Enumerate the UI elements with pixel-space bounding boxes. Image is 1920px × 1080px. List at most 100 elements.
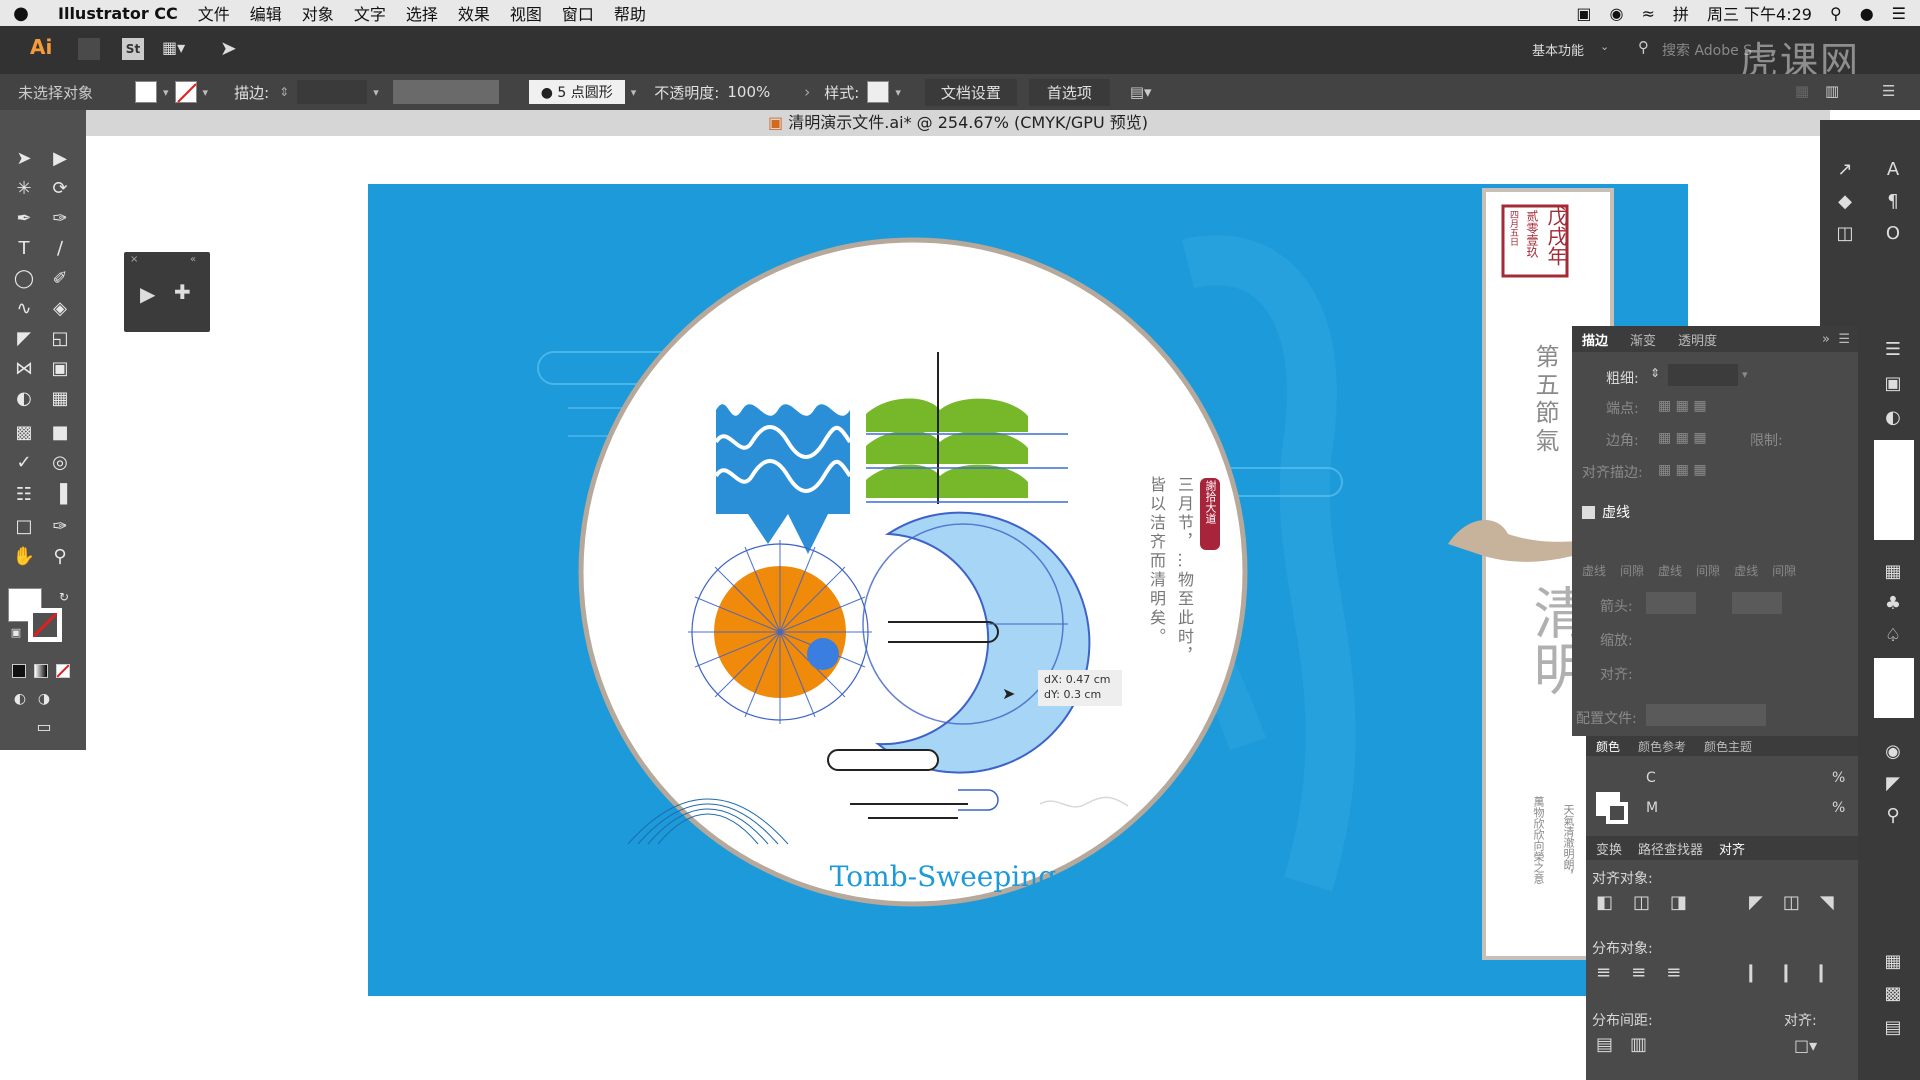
pen-tool-icon[interactable]: ✒ <box>10 206 38 232</box>
sync-icon[interactable]: ◉ <box>1610 4 1624 23</box>
screen-mode-icon[interactable]: ▭ <box>30 714 58 740</box>
color-mode-icon[interactable] <box>12 664 26 678</box>
menu-window[interactable]: 窗口 <box>552 1 604 25</box>
opacity-value[interactable]: 100% <box>727 83 770 101</box>
transform-icon[interactable]: ▤ <box>1880 1016 1906 1040</box>
menu-object[interactable]: 对象 <box>292 1 344 25</box>
layers-icon[interactable]: ◆ <box>1832 190 1858 214</box>
tab-stroke[interactable]: 描边 <box>1582 330 1608 349</box>
align-left-icon[interactable]: ◧ <box>1596 892 1613 913</box>
align-options-icon[interactable]: ▤▾ <box>1130 83 1152 101</box>
tab-transform[interactable]: 变换 <box>1596 839 1622 858</box>
stroke-panel-icon[interactable]: ☰ <box>1880 338 1906 362</box>
appearance-icon[interactable]: ◤ <box>1880 772 1906 796</box>
clock-text[interactable]: 周三 下午4:29 <box>1707 1 1812 25</box>
collapse-icon[interactable]: » <box>1822 332 1830 347</box>
artboard[interactable]: dX: 0.47 cm dY: 0.3 cm ➤ Tomb-Sweeping 三… <box>368 184 1688 996</box>
column-graph-tool-icon[interactable]: ▐ <box>46 482 74 508</box>
menu-effect[interactable]: 效果 <box>448 1 500 25</box>
add-anchor-tool-icon[interactable]: ✚ <box>174 280 191 304</box>
collapse-icon[interactable]: « <box>190 254 196 265</box>
gradient-tool-icon[interactable]: ■ <box>46 420 74 446</box>
search-icon[interactable]: ⚲ <box>1638 38 1649 56</box>
paragraph-icon[interactable]: ¶ <box>1880 190 1906 214</box>
opentype-icon[interactable]: O <box>1880 222 1906 246</box>
lasso-tool-icon[interactable]: ⟳ <box>46 176 74 202</box>
gpu-rocket-icon[interactable]: ➤ <box>220 36 237 60</box>
type-tool-icon[interactable]: T <box>10 236 38 262</box>
symbol-sprayer-tool-icon[interactable]: ☷ <box>10 482 38 508</box>
direct-selection-tool-icon[interactable]: ▶ <box>140 282 155 306</box>
tab-transparency[interactable]: 透明度 <box>1678 330 1717 349</box>
character-icon[interactable]: A <box>1880 158 1906 182</box>
gradient-panel-icon[interactable]: ▣ <box>1880 372 1906 396</box>
tab-color-themes[interactable]: 颜色主题 <box>1704 738 1752 755</box>
tab-pathfinder[interactable]: 路径查找器 <box>1638 839 1703 858</box>
distribute-left-icon[interactable]: ❙ <box>1743 962 1758 983</box>
wifi-icon[interactable]: ≈ <box>1642 4 1655 23</box>
menu-file[interactable]: 文件 <box>188 1 240 25</box>
mesh-tool-icon[interactable]: ▩ <box>10 420 38 446</box>
panel-icon[interactable]: ▦ <box>1795 82 1809 100</box>
tab-align[interactable]: 对齐 <box>1719 839 1745 858</box>
chevron-down-icon[interactable]: ▾ <box>203 86 209 99</box>
stroke-weight-stepper[interactable]: ⇕ <box>279 85 289 99</box>
width-tool-icon[interactable]: ⋈ <box>10 356 38 382</box>
distribute-hcenter-icon[interactable]: ❙ <box>1778 962 1793 983</box>
brushes-icon[interactable]: ♣ <box>1880 592 1906 616</box>
curvature-tool-icon[interactable]: ✑ <box>46 206 74 232</box>
document-setup-button[interactable]: 文档设置 <box>924 78 1017 106</box>
menu-type[interactable]: 文字 <box>344 1 396 25</box>
selection-tool-icon[interactable]: ➤ <box>10 146 38 172</box>
distribute-top-icon[interactable]: ≡ <box>1596 962 1611 983</box>
reflect-tool-icon[interactable]: ◤ <box>10 326 38 352</box>
poem-line-2[interactable]: 皆以洁齐而清明矣。 <box>1144 476 1168 736</box>
graphic-style-swatch[interactable] <box>867 81 890 103</box>
chevron-down-icon[interactable]: ⌄ <box>1600 40 1609 53</box>
slice-tool-icon[interactable]: ✑ <box>46 514 74 540</box>
ellipse-tool-icon[interactable]: ◯ <box>10 266 38 292</box>
line-tool-icon[interactable]: ∕ <box>46 236 74 262</box>
menu-select[interactable]: 选择 <box>396 1 448 25</box>
default-colors-icon[interactable]: ▣ <box>2 620 30 646</box>
preferences-button[interactable]: 首选项 <box>1028 78 1110 106</box>
close-icon[interactable]: × <box>130 254 138 265</box>
notification-icon[interactable]: ☰ <box>1892 4 1906 23</box>
swatches-icon[interactable]: ▦ <box>1880 560 1906 584</box>
scale-tool-icon[interactable]: ◱ <box>46 326 74 352</box>
draw-behind-icon[interactable]: ◑ <box>30 686 58 712</box>
magic-wand-tool-icon[interactable]: ✳ <box>10 176 38 202</box>
eyedropper-tool-icon[interactable]: ✓ <box>10 450 38 476</box>
distribute-bottom-icon[interactable]: ≡ <box>1666 962 1681 983</box>
spacing-horizontal-icon[interactable]: ▥ <box>1630 1034 1647 1055</box>
blend-tool-icon[interactable]: ◎ <box>46 450 74 476</box>
align-stroke-buttons[interactable]: ▦ ▦ ▦ <box>1658 462 1707 478</box>
arrowhead-end-select[interactable] <box>1732 592 1782 614</box>
weight-stepper[interactable]: ⇕ <box>1650 366 1660 380</box>
stroke-color-box[interactable] <box>28 608 62 642</box>
camera-icon[interactable]: ▣ <box>1576 4 1591 23</box>
paintbrush-tool-icon[interactable]: ✐ <box>46 266 74 292</box>
control-menu-icon[interactable]: ☰ <box>1882 82 1895 100</box>
fill-swatch[interactable] <box>135 81 158 103</box>
free-transform-tool-icon[interactable]: ▣ <box>46 356 74 382</box>
graphic-styles-icon[interactable]: ⚲ <box>1880 804 1906 828</box>
align-top-icon[interactable]: ◤ <box>1749 892 1763 913</box>
workspace-switcher[interactable]: 基本功能 <box>1532 40 1584 59</box>
symbols-icon[interactable]: ♤ <box>1880 624 1906 648</box>
input-method-icon[interactable]: 拼 <box>1673 1 1689 25</box>
document-tab[interactable]: ▣ 清明演示文件.ai* @ 254.67% (CMYK/GPU 预览) <box>86 110 1830 136</box>
tab-gradient[interactable]: 渐变 <box>1630 330 1656 349</box>
shaper-tool-icon[interactable]: ∿ <box>10 296 38 322</box>
search-adobe-stock-input[interactable]: 搜索 Adobe S <box>1662 40 1752 60</box>
brush-definition-select[interactable]: ● 5 点圆形 <box>528 80 625 104</box>
align-right-icon[interactable]: ◨ <box>1670 892 1687 913</box>
align-to-select[interactable]: □▾ <box>1794 1036 1817 1055</box>
artboards-icon[interactable]: ◫ <box>1832 222 1858 246</box>
chevron-right-icon[interactable]: › <box>804 83 810 101</box>
gradient-mode-icon[interactable] <box>34 664 48 678</box>
distribute-right-icon[interactable]: ❙ <box>1813 962 1828 983</box>
chevron-down-icon[interactable]: ▾ <box>373 86 379 99</box>
corner-buttons[interactable]: ▦ ▦ ▦ <box>1658 430 1707 446</box>
export-icon[interactable]: ↗ <box>1832 158 1858 182</box>
